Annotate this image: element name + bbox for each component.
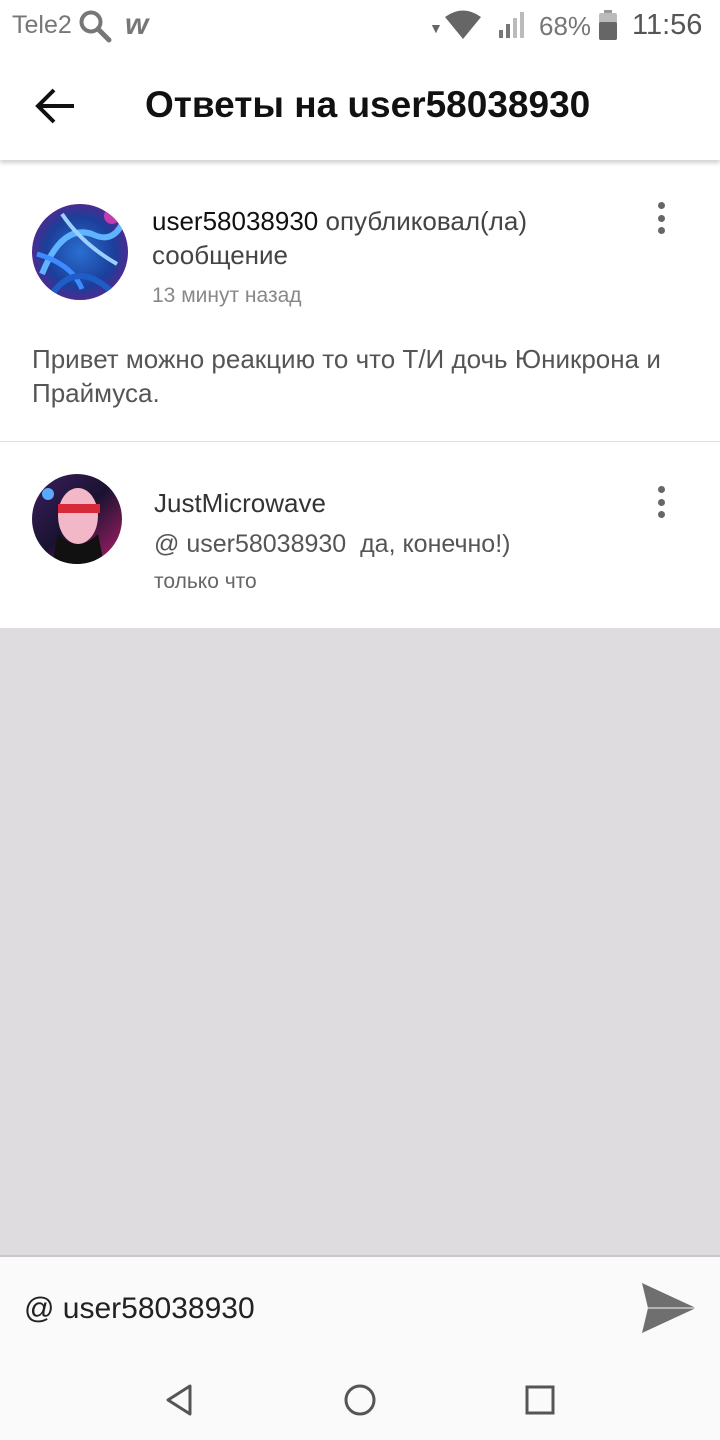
arrow-left-icon[interactable]: [34, 86, 78, 126]
clock: 11:56: [632, 9, 703, 41]
nav-home-icon[interactable]: [340, 1380, 380, 1420]
avatar[interactable]: [32, 474, 122, 564]
send-icon[interactable]: [640, 1281, 698, 1335]
wifi-icon: [445, 10, 481, 39]
more-vertical-icon[interactable]: [651, 484, 671, 520]
post-header: user58038930 опубликовал(ла) сообщение: [152, 204, 612, 272]
avatar[interactable]: [32, 204, 128, 300]
original-post: user58038930 опубликовал(ла) сообщение 1…: [0, 160, 720, 442]
reply-text: @ user58038930 да, конечно!): [154, 530, 511, 558]
data-arrows-icon: ▼: [429, 20, 443, 36]
battery-percent: 68%: [539, 11, 592, 41]
system-nav-bar: [0, 1360, 720, 1440]
carrier-label: Tele2: [12, 11, 72, 39]
reply-item: JustMicrowave @ user58038930 да, конечно…: [0, 442, 720, 628]
reply-input[interactable]: [24, 1289, 604, 1329]
wattpad-icon: w: [125, 8, 148, 41]
empty-area: [0, 628, 720, 1255]
app-header: Ответы на user58038930: [0, 52, 720, 160]
reply-composer: [0, 1255, 720, 1360]
post-time: 13 минут назад: [152, 284, 302, 307]
status-bar: Tele2 w ▼ 68% 11:56: [0, 0, 720, 52]
page-title: Ответы на user58038930: [145, 84, 591, 125]
nav-back-icon[interactable]: [160, 1380, 200, 1420]
reply-time: только что: [154, 570, 257, 593]
search-icon: [79, 10, 112, 43]
battery-icon: [599, 10, 617, 40]
post-username[interactable]: user58038930: [152, 206, 318, 236]
post-body: Привет можно реакцию то что Т/И дочь Юни…: [32, 344, 661, 408]
reply-username[interactable]: JustMicrowave: [154, 488, 326, 519]
more-vertical-icon[interactable]: [651, 200, 671, 236]
nav-recents-icon[interactable]: [520, 1380, 560, 1420]
signal-icon: [499, 12, 524, 38]
